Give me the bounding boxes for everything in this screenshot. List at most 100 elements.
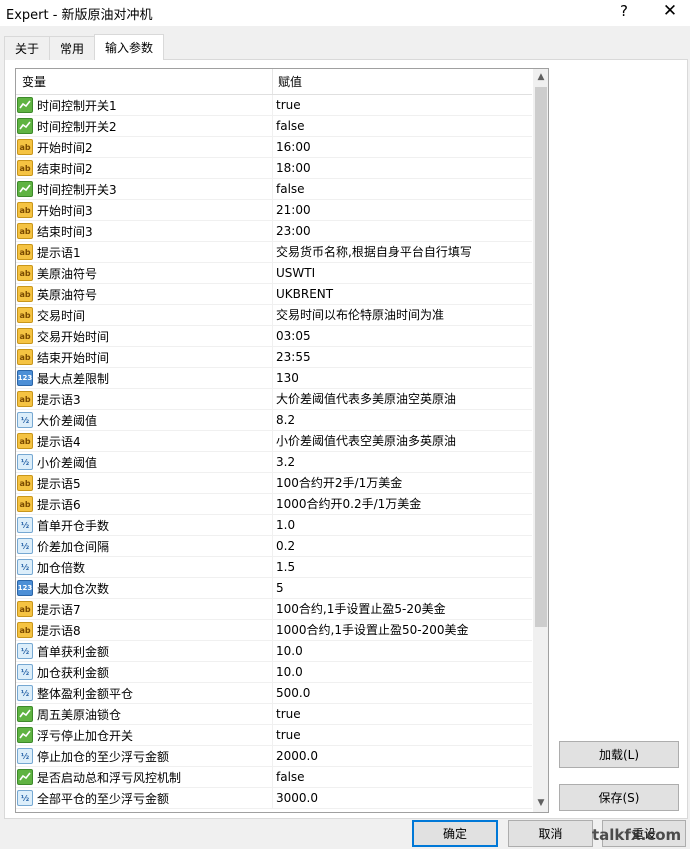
table-row[interactable]: ½ 整体盈利金额平仓 500.0 bbox=[16, 682, 532, 704]
boolean-icon bbox=[17, 118, 33, 134]
value-cell[interactable]: false bbox=[273, 116, 532, 137]
table-row[interactable]: ½ 加仓倍数 1.5 bbox=[16, 556, 532, 578]
tab-common[interactable]: 常用 bbox=[49, 36, 96, 60]
table-row[interactable]: 是否启动总和浮亏风控机制 false bbox=[16, 766, 532, 788]
value-cell[interactable]: 交易时间以布伦特原油时间为准 bbox=[273, 305, 532, 326]
boolean-icon bbox=[17, 727, 33, 743]
variable-cell: ½ 全部平仓的至少浮亏金额 bbox=[16, 787, 273, 809]
help-button[interactable]: ? bbox=[614, 2, 634, 20]
variable-label: 最大加仓次数 bbox=[37, 581, 110, 596]
table-row[interactable]: ab 结束时间2 18:00 bbox=[16, 157, 532, 179]
value-cell[interactable]: 100合约开2手/1万美金 bbox=[273, 473, 532, 494]
cancel-button[interactable]: 取消 bbox=[508, 820, 593, 847]
ok-button[interactable]: 确定 bbox=[412, 820, 498, 847]
scroll-up-icon[interactable]: ▲ bbox=[533, 69, 548, 86]
variable-label: 结束开始时间 bbox=[37, 350, 110, 365]
value-cell[interactable]: 03:05 bbox=[273, 326, 532, 347]
table-row[interactable]: 周五美原油锁仓 true bbox=[16, 703, 532, 725]
value-cell[interactable]: 8.2 bbox=[273, 410, 532, 431]
table-row[interactable]: ab 交易时间 交易时间以布伦特原油时间为准 bbox=[16, 304, 532, 326]
value-cell[interactable]: UKBRENT bbox=[273, 284, 532, 305]
table-row[interactable]: ½ 价差加仓间隔 0.2 bbox=[16, 535, 532, 557]
variable-cell: ½ 加仓获利金额 bbox=[16, 661, 273, 683]
variable-cell: ½ 整体盈利金额平仓 bbox=[16, 682, 273, 704]
value-cell[interactable]: 21:00 bbox=[273, 200, 532, 221]
load-button[interactable]: 加载(L) bbox=[559, 741, 679, 768]
table-row[interactable]: ab 提示语1 交易货币名称,根据自身平台自行填写 bbox=[16, 241, 532, 263]
value-cell[interactable]: true bbox=[273, 704, 532, 725]
variable-cell: ab 提示语7 bbox=[16, 598, 273, 620]
table-row[interactable]: ab 交易开始时间 03:05 bbox=[16, 325, 532, 347]
value-cell[interactable]: USWTI bbox=[273, 263, 532, 284]
table-row[interactable]: ½ 小价差阈值 3.2 bbox=[16, 451, 532, 473]
table-row[interactable]: ab 提示语7 100合约,1手设置止盈5-20美金 bbox=[16, 598, 532, 620]
value-cell[interactable]: 1.0 bbox=[273, 515, 532, 536]
table-row[interactable]: ½ 首单获利金额 10.0 bbox=[16, 640, 532, 662]
variable-label: 时间控制开关1 bbox=[37, 98, 117, 113]
table-row[interactable]: ½ 停止加仓的至少浮亏金额 2000.0 bbox=[16, 745, 532, 767]
value-cell[interactable]: 1.5 bbox=[273, 557, 532, 578]
value-cell[interactable]: 18:00 bbox=[273, 158, 532, 179]
table-row[interactable]: ab 结束开始时间 23:55 bbox=[16, 346, 532, 368]
table-row[interactable]: ab 开始时间3 21:00 bbox=[16, 199, 532, 221]
vertical-scrollbar[interactable]: ▲ ▼ bbox=[533, 69, 548, 812]
table-row[interactable]: ab 提示语5 100合约开2手/1万美金 bbox=[16, 472, 532, 494]
table-row[interactable]: ab 英原油符号 UKBRENT bbox=[16, 283, 532, 305]
double-icon: ½ bbox=[17, 538, 33, 554]
table-row[interactable]: ab 结束时间3 23:00 bbox=[16, 220, 532, 242]
value-cell[interactable]: true bbox=[273, 95, 532, 116]
scroll-down-icon[interactable]: ▼ bbox=[533, 795, 548, 812]
value-cell[interactable]: 大价差阈值代表多美原油空英原油 bbox=[273, 389, 532, 410]
table-row[interactable]: ab 提示语8 1000合约,1手设置止盈50-200美金 bbox=[16, 619, 532, 641]
value-cell[interactable]: 1000合约开0.2手/1万美金 bbox=[273, 494, 532, 515]
value-cell[interactable]: 23:55 bbox=[273, 347, 532, 368]
table-row[interactable]: 时间控制开关3 false bbox=[16, 178, 532, 200]
table-row[interactable]: ab 美原油符号 USWTI bbox=[16, 262, 532, 284]
close-button[interactable]: ✕ bbox=[658, 1, 682, 21]
value-cell[interactable]: 5 bbox=[273, 578, 532, 599]
value-cell[interactable]: 3.2 bbox=[273, 452, 532, 473]
table-row[interactable]: ab 开始时间2 16:00 bbox=[16, 136, 532, 158]
tab-inputs[interactable]: 输入参数 bbox=[94, 34, 165, 60]
tab-about[interactable]: 关于 bbox=[4, 36, 51, 60]
value-cell[interactable]: 小价差阈值代表空美原油多英原油 bbox=[273, 431, 532, 452]
value-cell[interactable]: 1000合约,1手设置止盈50-200美金 bbox=[273, 620, 532, 641]
value-cell[interactable]: 100合约,1手设置止盈5-20美金 bbox=[273, 599, 532, 620]
column-header-value[interactable]: 赋值 bbox=[273, 69, 532, 94]
table-row[interactable]: ½ 大价差阈值 8.2 bbox=[16, 409, 532, 431]
scroll-thumb[interactable] bbox=[535, 87, 547, 627]
table-row[interactable]: 123 最大点差限制 130 bbox=[16, 367, 532, 389]
table-row[interactable]: ½ 全部平仓的至少浮亏金额 3000.0 bbox=[16, 787, 532, 809]
table-row[interactable]: ab 提示语4 小价差阈值代表空美原油多英原油 bbox=[16, 430, 532, 452]
table-row[interactable]: ½ 首单开仓手数 1.0 bbox=[16, 514, 532, 536]
tab-strip: 关于 常用 输入参数 bbox=[4, 34, 165, 60]
value-cell[interactable]: 130 bbox=[273, 368, 532, 389]
table-row[interactable]: ½ 加仓获利金额 10.0 bbox=[16, 661, 532, 683]
value-cell[interactable]: true bbox=[273, 725, 532, 746]
value-cell[interactable]: 16:00 bbox=[273, 137, 532, 158]
value-cell[interactable]: 10.0 bbox=[273, 641, 532, 662]
value-cell[interactable]: 交易货币名称,根据自身平台自行填写 bbox=[273, 242, 532, 263]
table-row[interactable]: 浮亏停止加仓开关 true bbox=[16, 724, 532, 746]
table-row[interactable]: ab 提示语6 1000合约开0.2手/1万美金 bbox=[16, 493, 532, 515]
table-row[interactable]: 时间控制开关1 true bbox=[16, 94, 532, 116]
double-icon: ½ bbox=[17, 412, 33, 428]
table-row[interactable]: ab 提示语3 大价差阈值代表多美原油空英原油 bbox=[16, 388, 532, 410]
value-cell[interactable]: false bbox=[273, 179, 532, 200]
value-cell[interactable]: 3000.0 bbox=[273, 788, 532, 809]
value-cell[interactable]: false bbox=[273, 767, 532, 788]
value-cell[interactable]: 23:00 bbox=[273, 221, 532, 242]
column-header-variable[interactable]: 变量 bbox=[16, 69, 273, 94]
value-cell[interactable]: 2000.0 bbox=[273, 746, 532, 767]
value-cell[interactable]: 10.0 bbox=[273, 662, 532, 683]
variable-label: 美原油符号 bbox=[37, 266, 98, 281]
table-row[interactable]: 123 最大加仓次数 5 bbox=[16, 577, 532, 599]
value-cell[interactable]: 0.2 bbox=[273, 536, 532, 557]
value-cell[interactable]: 500.0 bbox=[273, 683, 532, 704]
table-row[interactable]: 时间控制开关2 false bbox=[16, 115, 532, 137]
boolean-icon bbox=[17, 181, 33, 197]
variable-label: 开始时间3 bbox=[37, 203, 93, 218]
variable-cell: ½ 加仓倍数 bbox=[16, 556, 273, 578]
variable-label: 提示语6 bbox=[37, 497, 81, 512]
save-button[interactable]: 保存(S) bbox=[559, 784, 679, 811]
